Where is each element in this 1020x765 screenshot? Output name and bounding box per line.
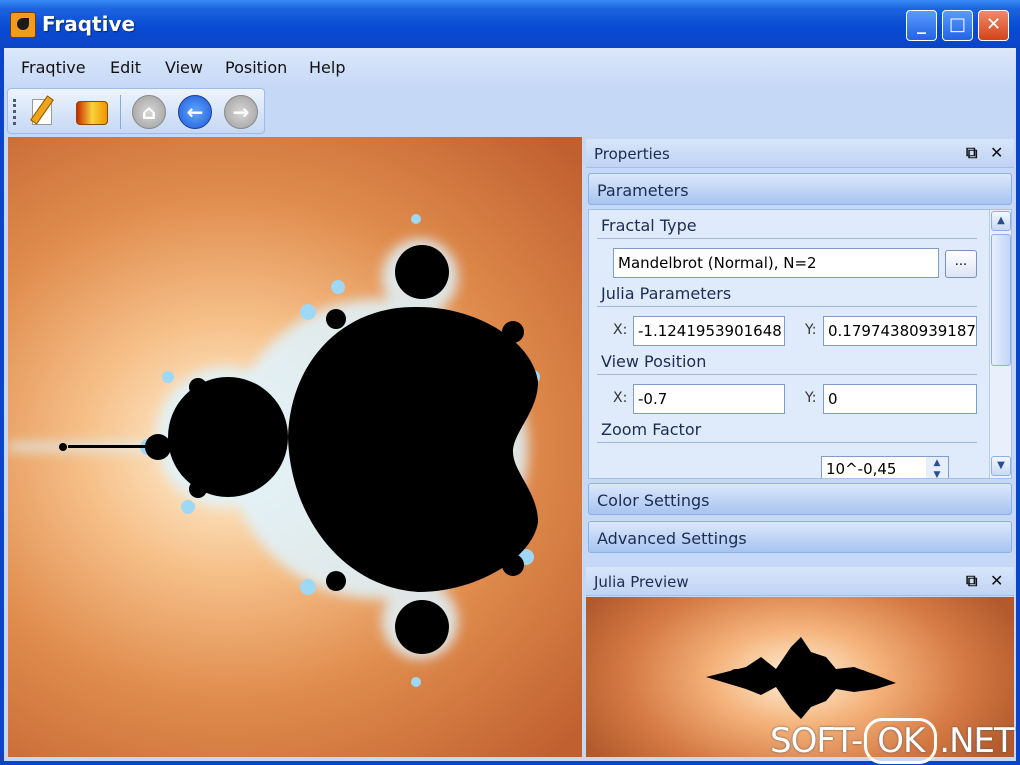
close-panel-icon[interactable]: ✕ [990,143,1003,162]
toolbar-grip[interactable] [13,99,19,125]
maximize-button[interactable]: □ [942,10,973,41]
scroll-down-icon[interactable]: ▼ [991,456,1011,476]
gradient-icon[interactable] [74,95,108,127]
fractal-type-field[interactable]: Mandelbrot (Normal), N=2 [613,248,939,278]
spin-up-icon[interactable]: ▲ [926,457,948,469]
zoom-factor-label: Zoom Factor [601,420,702,439]
julia-parameters-label: Julia Parameters [601,284,732,303]
fractal-type-label: Fractal Type [601,216,697,235]
watermark-suffix: .NET [939,721,1014,761]
scroll-thumb[interactable] [991,234,1011,366]
forward-icon[interactable]: → [224,95,258,129]
fractal-view[interactable] [8,137,582,757]
parameters-scrollbar[interactable]: ▲ ▼ [989,210,1011,478]
home-icon[interactable]: ⌂ [132,95,166,129]
view-x-label: X: [613,390,628,406]
menu-view[interactable]: View [165,58,203,77]
fractal-type-browse-button[interactable]: ... [945,250,977,278]
parameters-section-label: Parameters [597,181,689,200]
menu-fraqtive[interactable]: Fraqtive [21,58,86,77]
undock-icon[interactable]: ⧉ [966,143,977,163]
properties-panel: Properties ⧉ ✕ Parameters Fractal Type M… [586,137,1014,757]
app-icon [10,12,36,38]
menu-position[interactable]: Position [225,58,287,77]
toolbar: ⌂ ← → [7,88,265,134]
title-bar[interactable]: Fraqtive _ □ ✕ [0,0,1020,48]
minimize-button[interactable]: _ [906,10,937,41]
scroll-up-icon[interactable]: ▲ [991,211,1011,231]
color-settings-label: Color Settings [597,491,710,510]
watermark: SOFT- OK .NET [770,718,1015,764]
undock-icon[interactable]: ⧉ [966,571,977,591]
menu-edit[interactable]: Edit [110,58,141,77]
app-window: Fraqtive _ □ ✕ Fraqtive Edit View Positi… [0,0,1020,765]
parameters-section-header[interactable]: Parameters [588,173,1012,205]
julia-x-label: X: [613,322,628,338]
view-y-label: Y: [805,390,817,406]
zoom-factor-group: Zoom Factor [597,418,977,443]
edit-icon[interactable] [26,95,58,127]
close-button[interactable]: ✕ [978,10,1009,41]
watermark-prefix: SOFT- [770,721,863,761]
toolbar-separator [120,95,121,129]
view-position-group: View Position [597,350,977,375]
window-title: Fraqtive [42,12,136,36]
advanced-settings-section-header[interactable]: Advanced Settings [588,521,1012,553]
menu-bar: Fraqtive Edit View Position Help [4,48,1016,86]
advanced-settings-label: Advanced Settings [597,529,747,548]
properties-title: Properties [594,145,670,163]
view-y-field[interactable]: 0 [823,384,977,414]
back-icon[interactable]: ← [178,95,212,129]
julia-x-field[interactable]: -1.1241953901648 [633,316,785,346]
close-panel-icon[interactable]: ✕ [990,571,1003,590]
julia-preview-header[interactable]: Julia Preview ⧉ ✕ [586,567,1014,596]
julia-y-label: Y: [805,322,817,338]
menu-help[interactable]: Help [309,58,345,77]
julia-preview-title: Julia Preview [594,573,689,591]
julia-parameters-group: Julia Parameters [597,282,977,307]
properties-header[interactable]: Properties ⧉ ✕ [586,139,1014,168]
view-x-field[interactable]: -0.7 [633,384,785,414]
spin-down-icon[interactable]: ▼ [926,469,948,478]
view-position-label: View Position [601,352,707,371]
julia-y-field[interactable]: 0.17974380939187 [823,316,977,346]
zoom-factor-spinner[interactable]: 10^-0,45 ▲ ▼ [821,456,949,478]
color-settings-section-header[interactable]: Color Settings [588,483,1012,515]
zoom-factor-value: 10^-0,45 [826,460,897,478]
client-area: Fraqtive Edit View Position Help ⌂ ← → P… [4,48,1016,761]
mandelbrot-image [8,214,540,687]
fractal-type-group: Fractal Type [597,214,977,239]
parameters-body: Fractal Type Mandelbrot (Normal), N=2 ..… [588,209,1012,479]
watermark-ok: OK [864,718,938,764]
